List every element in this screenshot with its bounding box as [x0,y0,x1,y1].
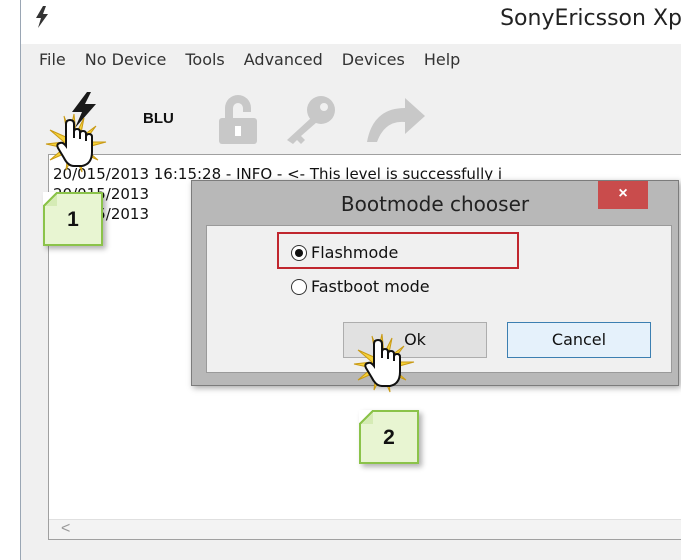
step-1-callout: 1 [43,192,103,246]
radio-fastboot-label: Fastboot mode [311,277,430,296]
key-icon[interactable] [283,94,339,151]
lock-icon[interactable] [217,94,259,151]
dialog-body: Flashmode Fastboot mode Ok Cancel [206,225,672,373]
dialog-close-button[interactable]: × [598,181,648,209]
radio-flashmode-label: Flashmode [311,243,399,262]
redo-arrow-icon[interactable] [365,98,427,149]
title-bar: SonyEricsson Xp [21,0,681,44]
toolbar: BLU [21,80,681,150]
click-cursor-icon [352,332,418,403]
scroll-left-arrow-icon[interactable]: < [61,520,70,538]
menu-file[interactable]: File [39,50,66,69]
menu-no-device[interactable]: No Device [85,50,167,69]
menu-devices[interactable]: Devices [342,50,405,69]
cancel-button[interactable]: Cancel [507,322,651,358]
horizontal-scrollbar[interactable]: < [49,519,681,539]
menu-help[interactable]: Help [424,50,460,69]
flash-app-icon [35,6,49,33]
window-title: SonyEricsson Xp [500,6,681,31]
blu-button[interactable]: BLU [143,110,174,127]
step-2-callout: 2 [359,410,419,464]
radio-flashmode[interactable]: Flashmode [291,243,398,262]
app-window: SonyEricsson Xp File No Device Tools Adv… [20,0,681,560]
menu-bar: File No Device Tools Advanced Devices He… [21,46,681,72]
radio-checked-icon[interactable] [291,244,307,261]
radio-fastboot[interactable]: Fastboot mode [291,277,430,296]
menu-tools[interactable]: Tools [185,50,224,69]
click-cursor-icon [44,112,110,183]
bootmode-dialog: Bootmode chooser × Flashmode Fastboot mo… [191,180,679,386]
menu-advanced[interactable]: Advanced [244,50,323,69]
radio-unchecked-icon[interactable] [291,278,307,295]
